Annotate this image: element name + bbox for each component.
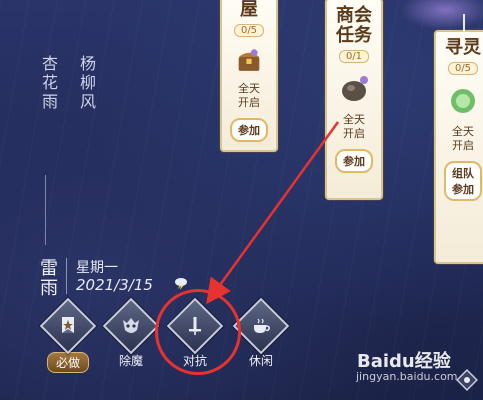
watermark-url: jingyan.baidu.com bbox=[356, 370, 458, 383]
settings-diamond-icon[interactable] bbox=[455, 368, 479, 392]
annotation-arrow bbox=[206, 121, 340, 305]
